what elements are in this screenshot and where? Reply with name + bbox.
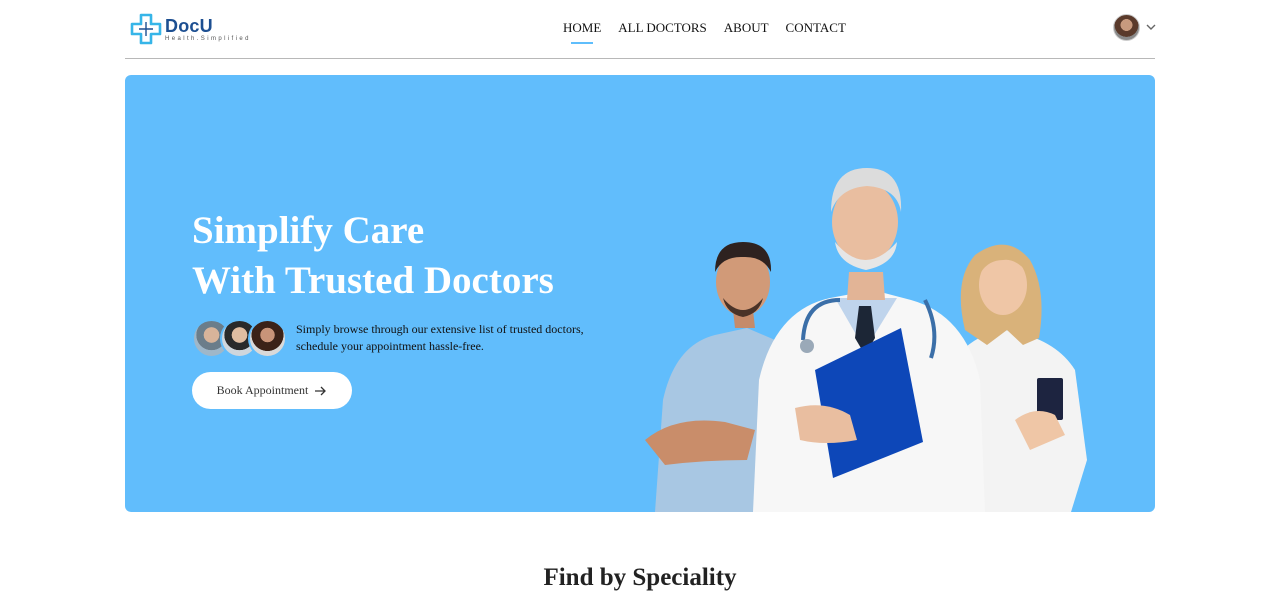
user-avatar[interactable] [1113,14,1140,41]
hero-description-line-2: schedule your appointment hassle-free. [296,339,484,353]
brand-name: DocU [165,16,213,36]
hero-banner: Simplify Care With Trusted Doctors Simpl… [125,75,1155,512]
nav-link-contact[interactable]: CONTACT [786,20,846,36]
nav-link-about[interactable]: ABOUT [724,20,769,36]
arrow-right-icon [315,386,327,395]
hero-description: Simply browse through our extensive list… [296,321,616,355]
hero-title-line-1: Simplify Care [192,209,425,252]
doctors-illustration [645,168,1087,512]
medical-cross-icon [130,13,162,45]
speciality-section-title: Find by Speciality [543,564,737,591]
logo[interactable]: DocU Health.Simplified [130,13,270,45]
main-nav: HOME ALL DOCTORS ABOUT CONTACT [563,20,846,36]
patient-avatar [248,319,287,358]
book-appointment-button[interactable]: Book Appointment [192,372,352,409]
chevron-down-icon[interactable] [1144,20,1158,34]
navbar: DocU Health.Simplified HOME ALL DOCTORS … [125,0,1156,59]
doctor-center [753,168,985,512]
hero-title: Simplify Care With Trusted Doctors [192,206,652,306]
hero-description-line-1: Simply browse through our extensive list… [296,322,584,336]
profile-menu[interactable] [1113,14,1159,42]
book-appointment-label: Book Appointment [216,383,309,397]
patient-avatars [192,319,288,359]
hero-title-line-2: With Trusted Doctors [192,259,554,302]
nav-link-all-doctors[interactable]: ALL DOCTORS [618,20,706,36]
brand-tagline: Health.Simplified [165,36,251,42]
nav-link-home[interactable]: HOME [563,20,601,36]
